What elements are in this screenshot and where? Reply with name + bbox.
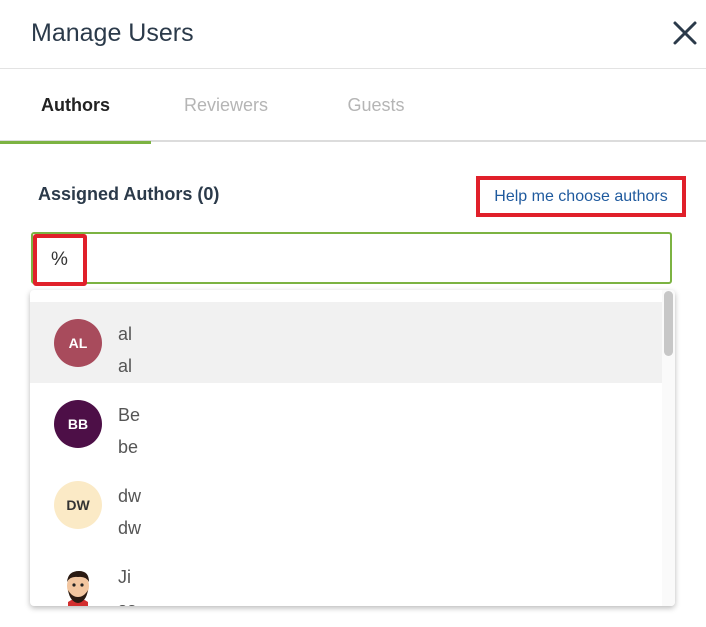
- dialog-header: Manage Users: [0, 0, 706, 69]
- list-item[interactable]: DW dw dw: [30, 464, 662, 545]
- help-choose-authors-link[interactable]: Help me choose authors: [476, 176, 686, 217]
- list-item[interactable]: Ji sa: [30, 545, 662, 606]
- user-photo-avatar: [54, 562, 102, 606]
- user-name: Ji: [118, 567, 131, 587]
- user-detail: be: [118, 437, 139, 457]
- list-item[interactable]: AL al al: [30, 302, 662, 383]
- assigned-authors-label: Assigned Authors (0): [38, 184, 220, 204]
- search-field[interactable]: [31, 232, 672, 286]
- dialog-title: Manage Users: [31, 19, 194, 47]
- user-detail: dw: [118, 518, 142, 538]
- scrollbar-thumb[interactable]: [664, 291, 673, 356]
- tab-reviewers[interactable]: Reviewers: [151, 69, 301, 142]
- user-name: al: [118, 324, 133, 344]
- list-item[interactable]: BB Be be: [30, 383, 662, 464]
- user-suggestions-dropdown: AL al al BB Be be DW dw dw Ji sa: [30, 290, 675, 606]
- tab-bar: Authors Reviewers Guests: [0, 69, 706, 144]
- avatar: AL: [54, 319, 102, 367]
- tab-guests[interactable]: Guests: [301, 69, 451, 142]
- tab-authors[interactable]: Authors: [0, 69, 151, 144]
- avatar: BB: [54, 400, 102, 448]
- scrollbar[interactable]: [662, 290, 675, 606]
- user-name: Be: [118, 405, 141, 425]
- close-icon[interactable]: [670, 18, 700, 48]
- search-input[interactable]: [33, 234, 87, 286]
- user-detail: al: [118, 356, 133, 376]
- user-name: dw: [118, 486, 142, 506]
- avatar: DW: [54, 481, 102, 529]
- user-detail: sa: [118, 599, 137, 606]
